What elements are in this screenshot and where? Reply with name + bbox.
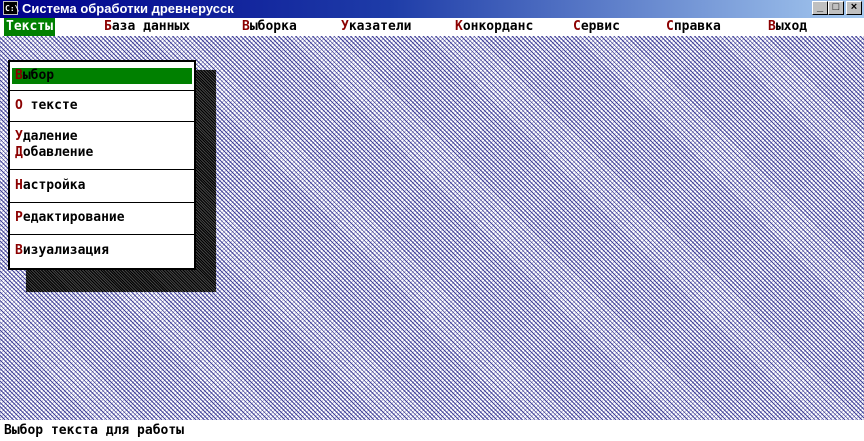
menu-help-label: правка xyxy=(673,19,721,34)
dropdown-item-add-hotkey: Д xyxy=(15,145,23,160)
menu-concordance-hotkey: К xyxy=(455,19,463,34)
menu-texts-hotkey: Т xyxy=(6,19,14,34)
menu-service-hotkey: С xyxy=(573,19,581,34)
dropdown-divider xyxy=(10,202,194,203)
minimize-button[interactable]: _ xyxy=(812,1,828,15)
console-app-icon[interactable]: C:\ xyxy=(3,1,19,15)
dropdown-item-add-label: обавление xyxy=(22,145,94,160)
dropdown-item-about-text-label: тексте xyxy=(22,98,78,113)
menu-help[interactable]: Справка xyxy=(664,18,723,36)
dropdown-item-visualization-hotkey: В xyxy=(15,243,23,258)
menu-concordance-label: онкорданс xyxy=(462,19,534,34)
dropdown-item-delete-hotkey: У xyxy=(15,129,23,144)
dropdown-item-visualization[interactable]: Визуализация xyxy=(12,243,192,259)
status-text: Выбор текста для работы xyxy=(4,423,185,438)
menu-indexes[interactable]: Указатели xyxy=(339,18,413,36)
dropdown-item-settings-label: астройка xyxy=(22,178,86,193)
window-title: Система обработки древнерусск xyxy=(22,1,234,16)
menu-selection-label: ыборка xyxy=(249,19,297,34)
menu-exit[interactable]: Выход xyxy=(766,18,809,36)
dropdown-divider xyxy=(10,90,194,91)
dropdown-item-select-label: ыбор xyxy=(22,68,55,83)
dropdown-item-delete-add[interactable]: Удаление Добавление xyxy=(12,129,192,161)
menu-help-hotkey: С xyxy=(666,19,674,34)
dropdown-item-editing-label: едактирование xyxy=(22,210,125,225)
dropdown-item-about-text[interactable]: О тексте xyxy=(12,98,192,114)
status-bar: Выбор текста для работы xyxy=(0,420,864,441)
menu-selection-hotkey: В xyxy=(242,19,250,34)
dropdown-item-editing-hotkey: Р xyxy=(15,210,23,225)
close-button[interactable]: × xyxy=(846,1,862,15)
menu-exit-hotkey: В xyxy=(768,19,776,34)
dropdown-item-settings[interactable]: Настройка xyxy=(12,178,192,194)
menu-service-label: ервис xyxy=(580,19,620,34)
menu-concordance[interactable]: Конкорданс xyxy=(453,18,535,36)
dropdown-item-select[interactable]: Выбор xyxy=(12,68,192,84)
dropdown-divider xyxy=(10,234,194,235)
dropdown-item-editing[interactable]: Редактирование xyxy=(12,210,192,226)
menu-database-label: аза данных xyxy=(111,19,191,34)
dropdown-item-delete-line: Удаление xyxy=(15,129,192,145)
dropdown-divider xyxy=(10,121,194,122)
texts-dropdown-menu: Выбор О тексте Удаление Добавление Настр… xyxy=(8,60,196,270)
menu-selection[interactable]: Выборка xyxy=(240,18,299,36)
menu-indexes-hotkey: У xyxy=(341,19,349,34)
dropdown-item-settings-hotkey: Н xyxy=(15,178,23,193)
app-window: C:\ Система обработки древнерусск _ □ × … xyxy=(0,0,864,441)
dropdown-item-select-hotkey: В xyxy=(15,68,23,83)
dropdown-item-about-text-hotkey: О xyxy=(15,98,23,113)
menu-database-hotkey: Б xyxy=(104,19,112,34)
menu-database[interactable]: База данных xyxy=(102,18,192,36)
title-bar[interactable]: C:\ Система обработки древнерусск _ □ × xyxy=(0,0,864,18)
menu-indexes-label: казатели xyxy=(348,19,412,34)
dropdown-divider xyxy=(10,169,194,170)
maximize-button[interactable]: □ xyxy=(828,1,844,15)
dropdown-item-delete-label: даление xyxy=(22,129,78,144)
menu-texts[interactable]: Тексты xyxy=(4,18,55,36)
menu-service[interactable]: Сервис xyxy=(571,18,622,36)
menu-exit-label: ыход xyxy=(775,19,808,34)
menu-texts-label: ексты xyxy=(13,19,53,34)
dropdown-item-add-line: Добавление xyxy=(15,145,192,161)
dropdown-item-visualization-label: изуализация xyxy=(22,243,109,258)
